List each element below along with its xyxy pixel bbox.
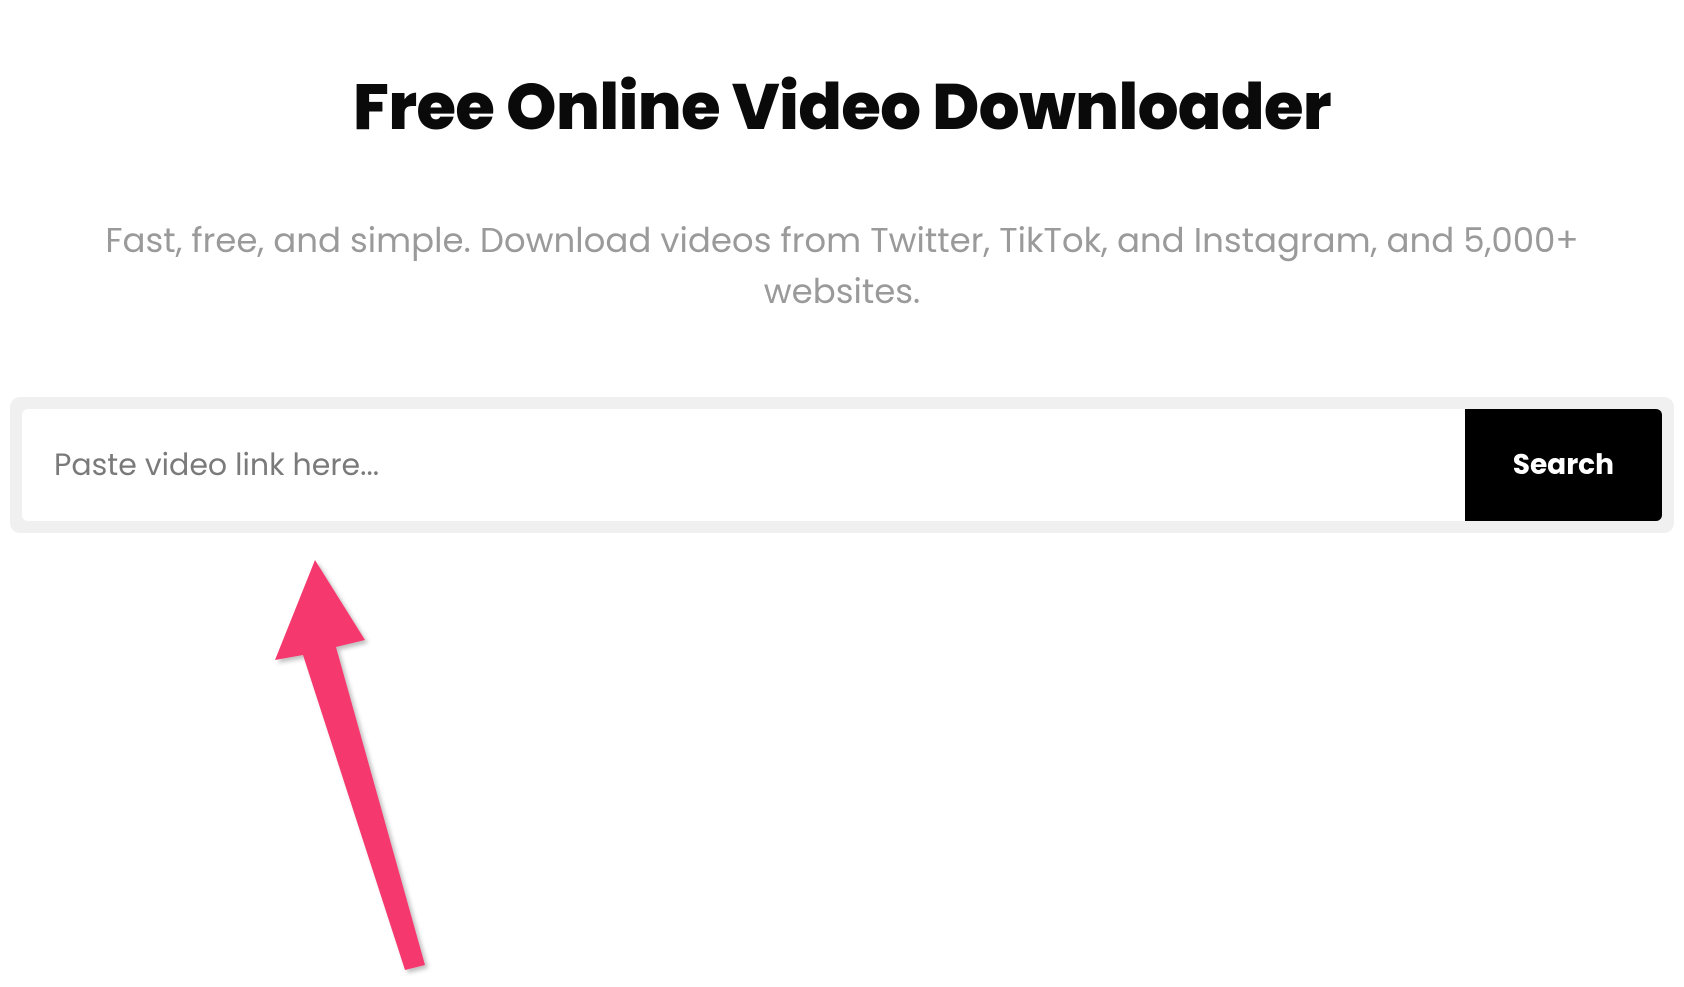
page-title: Free Online Video Downloader <box>10 60 1674 155</box>
page-subtitle: Fast, free, and simple. Download videos … <box>10 215 1674 317</box>
search-button[interactable]: Search <box>1465 409 1662 521</box>
video-link-input[interactable] <box>22 409 1465 521</box>
arrow-annotation-icon <box>275 560 455 987</box>
main-container: Free Online Video Downloader Fast, free,… <box>0 60 1684 533</box>
search-container: Search <box>10 397 1674 533</box>
